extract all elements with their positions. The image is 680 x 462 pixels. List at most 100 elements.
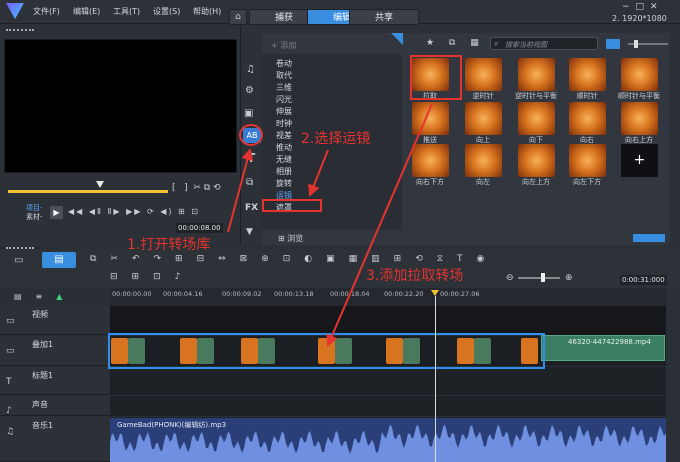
- title-track-lane[interactable]: [110, 367, 666, 395]
- transition-label-1[interactable]: 逆时针: [457, 91, 509, 101]
- trim-markers[interactable]: [ ] ✂ ⧉ ⟲: [172, 183, 221, 193]
- menu-item-1[interactable]: 编辑(E): [73, 6, 100, 17]
- transition-thumb-2[interactable]: [518, 58, 555, 91]
- track-icon-1: ▭: [6, 346, 15, 356]
- category-item-3[interactable]: 闪光: [276, 94, 292, 105]
- ruler-timecode-6: 00:00:27.06: [440, 290, 480, 298]
- zoom-in-icon[interactable]: ⊕: [565, 273, 573, 283]
- menu-item-4[interactable]: 帮助(H): [193, 6, 221, 17]
- category-item-9[interactable]: 相册: [276, 166, 292, 177]
- category-item-4[interactable]: 伸展: [276, 106, 292, 117]
- transport-controls[interactable]: ◀◀ ◀Ⅱ Ⅱ▶ ▶▶ ⟳ ◀) ⊞ ⊡: [68, 207, 200, 216]
- transition-label-10[interactable]: 向右下方: [404, 177, 456, 187]
- instant-project-icon[interactable]: ⚙: [245, 85, 254, 96]
- track-name-1: 叠加1: [32, 340, 54, 349]
- view-toggle-icon[interactable]: [606, 39, 620, 49]
- timeline-tools-row2[interactable]: ⊟⊞⊡♪: [110, 272, 194, 282]
- track-name-3: 声音: [32, 400, 48, 409]
- transition-label-2[interactable]: 逆时针与平衡: [510, 91, 562, 101]
- category-item-10[interactable]: 旋转: [276, 178, 292, 189]
- transition-thumb-3[interactable]: [569, 58, 606, 91]
- title-icon[interactable]: T: [247, 151, 255, 165]
- category-item-2[interactable]: 三维: [276, 82, 292, 93]
- track-icon-4: ♫: [6, 427, 15, 437]
- category-item-5[interactable]: 时钟: [276, 118, 292, 129]
- timecode-display[interactable]: 00:00:08.00: [176, 223, 223, 233]
- zoom-out-icon[interactable]: ⊖: [506, 273, 514, 283]
- filter-fx-icon[interactable]: FX: [245, 203, 258, 213]
- transition-thumb-13[interactable]: [569, 144, 606, 177]
- corner-badge-icon: [391, 33, 403, 45]
- clips-selection-box: [108, 333, 545, 369]
- scrub-bar[interactable]: [8, 190, 168, 193]
- panel-grip: [6, 29, 34, 32]
- playhead-line[interactable]: [435, 296, 436, 462]
- media-icon[interactable]: ♫: [246, 64, 255, 75]
- tab-share[interactable]: 共享: [349, 9, 419, 25]
- menu-item-0[interactable]: 文件(F): [33, 6, 60, 17]
- category-selected-highlight: [262, 199, 322, 212]
- transition-label-13[interactable]: 向左下方: [561, 177, 613, 187]
- preview-screen: [4, 39, 237, 173]
- category-item-6[interactable]: 视差: [276, 130, 292, 141]
- graphics-overlay-icon[interactable]: ⧉: [246, 177, 253, 188]
- transition-label-12[interactable]: 向左上方: [510, 177, 562, 187]
- transition-label-11[interactable]: 向左: [457, 177, 509, 187]
- annotation-step3: 3.添加拉取转场: [366, 268, 464, 284]
- browse-button[interactable]: ⊞ 浏览: [278, 233, 303, 244]
- window-controls[interactable]: −□✕: [622, 2, 664, 12]
- overlay-video-clip[interactable]: 46320-447422988.mp4: [541, 335, 665, 361]
- track-header-3: [0, 396, 110, 416]
- transition-thumb-7[interactable]: [518, 102, 555, 135]
- search-icon: ⌕: [494, 39, 499, 48]
- transition-label-3[interactable]: 顺时针: [561, 91, 613, 101]
- transition-thumb-11[interactable]: [465, 144, 502, 177]
- app-logo-icon: [6, 3, 24, 19]
- resolution-label: 2. 1920*1080: [612, 14, 667, 23]
- track-header-4: [0, 417, 110, 462]
- category-item-0[interactable]: 卷动: [276, 58, 292, 69]
- category-item-7[interactable]: 推动: [276, 142, 292, 153]
- add-transition-placeholder[interactable]: +: [621, 144, 658, 177]
- track-icon-2: T: [6, 377, 12, 387]
- thumb-size-handle[interactable]: [634, 40, 638, 48]
- transition-label-4[interactable]: 顺时针与平衡: [613, 91, 665, 101]
- video-track-lane[interactable]: [110, 306, 666, 335]
- clip-label[interactable]: 素材-: [26, 212, 43, 222]
- transition-thumb-10[interactable]: [412, 144, 449, 177]
- voice-track-lane[interactable]: [110, 396, 666, 416]
- zoom-timecode[interactable]: 0:00:31:000: [620, 275, 667, 285]
- path-icon[interactable]: ▼: [246, 227, 253, 237]
- zoom-slider[interactable]: [518, 277, 560, 279]
- track-header-0: [0, 306, 110, 335]
- track-manager-icons[interactable]: ▤≡▲: [14, 292, 76, 301]
- transition-thumb-1[interactable]: [465, 58, 502, 91]
- zoom-handle[interactable]: [541, 273, 545, 282]
- graphics-icon[interactable]: ▣: [244, 108, 253, 119]
- category-item-1[interactable]: 取代: [276, 70, 292, 81]
- transition-thumb-8[interactable]: [569, 102, 606, 135]
- library-toolbar-icons[interactable]: ★ ⧉ ▦: [426, 38, 485, 48]
- category-item-8[interactable]: 无缝: [276, 154, 292, 165]
- transition-thumb-5[interactable]: [412, 102, 449, 135]
- transition-thumb-6[interactable]: [465, 102, 502, 135]
- playhead-handle-icon[interactable]: [431, 290, 439, 296]
- menu-item-2[interactable]: 工具(T): [113, 6, 140, 17]
- library-bottom-icons[interactable]: [633, 234, 665, 242]
- search-box[interactable]: ⌕ 搜索当前视图: [490, 37, 598, 50]
- timeline-tools-row1[interactable]: ⧉✂↶↷⊞⊟⇔⊠⊕⊡◐▣▦▥⊞⟲⧖T◉: [90, 254, 498, 264]
- transition-thumb-12[interactable]: [518, 144, 555, 177]
- transition-thumb-9[interactable]: [621, 102, 658, 135]
- transition-library-icon[interactable]: AB: [243, 128, 261, 143]
- overlay-clip-name: 46320-447422988.mp4: [568, 338, 651, 346]
- menu-item-3[interactable]: 设置(S): [153, 6, 180, 17]
- scrub-handle-icon[interactable]: [96, 181, 104, 188]
- play-button[interactable]: ▶: [50, 206, 63, 219]
- add-folder-button[interactable]: + 添加: [271, 40, 296, 51]
- timeline-view-icon[interactable]: ▤: [42, 252, 76, 268]
- track-name-4: 音乐1: [32, 421, 54, 430]
- ruler-timecode-2: 00:00:09.02: [222, 290, 262, 298]
- storyboard-view-icon[interactable]: ▭: [14, 255, 23, 266]
- transition-thumb-4[interactable]: [621, 58, 658, 91]
- home-icon[interactable]: ⌂: [229, 9, 247, 25]
